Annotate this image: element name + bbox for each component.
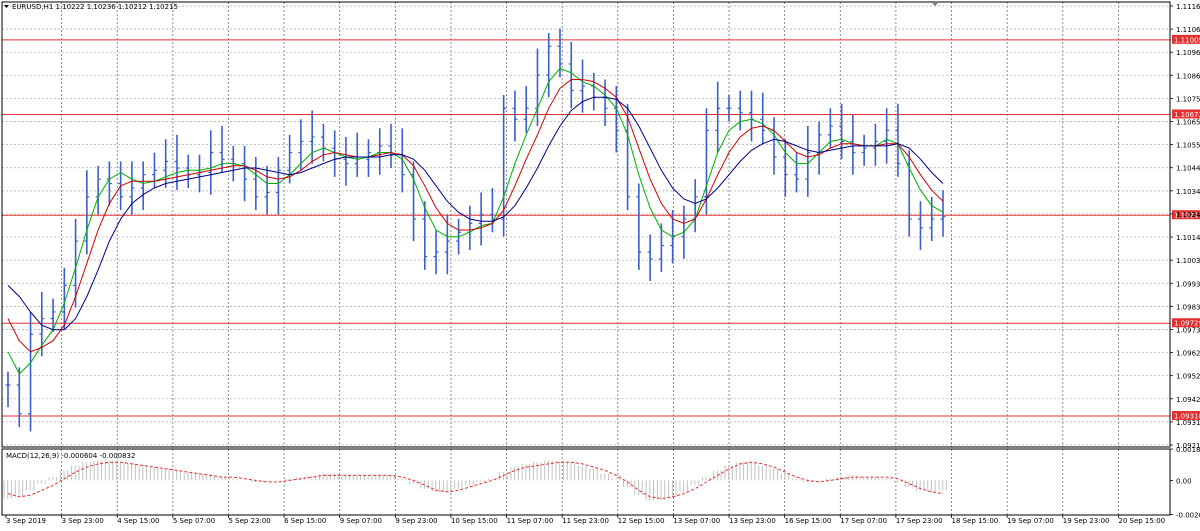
x-axis-tick-label: 9 Sep 23:00 <box>395 517 437 525</box>
grid <box>2 2 1170 515</box>
x-axis-tick-label: 5 Sep 07:00 <box>173 517 215 525</box>
y-axis-tick-label: 1.11065 <box>1176 26 1200 34</box>
y-axis-tick-label: 1.09730 <box>1176 326 1200 334</box>
y-axis-tick-label: 1.09625 <box>1176 350 1200 358</box>
y-axis-tick-label: 1.09420 <box>1176 396 1200 404</box>
x-axis-tick-label: 20 Sep 15:00 <box>1118 517 1165 525</box>
price-level-label: 1.11009 <box>1174 36 1200 44</box>
chart-shift-icon[interactable] <box>932 3 938 6</box>
y-axis-tick-label: 1.09315 <box>1176 419 1200 427</box>
y-axis-tick-label: 1.10550 <box>1176 142 1200 150</box>
panel-frames <box>1 1 1171 516</box>
x-axis-tick-label: 6 Sep 15:00 <box>284 517 326 525</box>
x-axis-tick-label: 17 Sep 07:00 <box>840 517 887 525</box>
price-bars <box>5 28 946 432</box>
chart-canvas[interactable]: 1.110091.106721.102171.097291.09310 3 Se… <box>0 0 1200 531</box>
y-axis-tick-label: 1.10960 <box>1176 49 1200 57</box>
x-axis-tick-label: 5 Sep 23:00 <box>228 517 270 525</box>
x-axis-tick-label: 19 Sep 23:00 <box>1063 517 1110 525</box>
y-axis-tick-label: 1.10445 <box>1176 165 1200 173</box>
x-axis-tick-label: 11 Sep 23:00 <box>562 517 609 525</box>
x-axis-tick-label: 18 Sep 15:00 <box>952 517 999 525</box>
macd-signal-line <box>7 461 944 500</box>
y-axis-tick-label: 1.10140 <box>1176 234 1200 242</box>
y-axis-tick-label: 1.10860 <box>1176 72 1200 80</box>
symbol-dropdown-icon[interactable] <box>4 5 9 8</box>
x-axis-tick-label: 16 Sep 15:00 <box>785 517 832 525</box>
y-axis-tick-label: 1.09935 <box>1176 280 1200 288</box>
main-panel-border <box>1 1 1171 448</box>
y-axis-tick-label: 1.09830 <box>1176 303 1200 311</box>
macd-y-tick-label: -0.00206 <box>1176 511 1200 519</box>
x-axis-tick-label: 17 Sep 23:00 <box>896 517 943 525</box>
y-axis-tick-label: 1.11165 <box>1176 3 1200 11</box>
horizontal-levels[interactable]: 1.110091.106721.102171.097291.09310 <box>2 34 1200 421</box>
x-axis-tick-label: 13 Sep 23:00 <box>729 517 776 525</box>
y-axis-tick-label: 1.10240 <box>1176 211 1200 219</box>
y-axis-tick-label: 1.10650 <box>1176 119 1200 127</box>
x-axis-tick-label: 4 Sep 15:00 <box>117 517 159 525</box>
x-axis-tick-label: 19 Sep 07:00 <box>1007 517 1054 525</box>
y-axis-tick-label: 1.09520 <box>1176 373 1200 381</box>
x-axis-tick-label: 13 Sep 07:00 <box>673 517 720 525</box>
x-axis-tick-label: 9 Sep 07:00 <box>340 517 382 525</box>
macd-y-tick-label: 0.001895 <box>1176 446 1200 454</box>
y-axis-tick-label: 1.10035 <box>1176 257 1200 265</box>
moving-average-line <box>7 96 944 331</box>
macd-title: MACD(12,26,9) -0.000604 -0.000832 <box>6 452 135 460</box>
y-axis-tick-label: 1.10345 <box>1176 188 1200 196</box>
x-axis-tick-label: 3 Sep 2019 <box>6 517 46 525</box>
macd-y-tick-label: 0.00 <box>1176 477 1192 485</box>
y-axis-tick-label: 1.10755 <box>1176 95 1200 103</box>
x-axis-tick-label: 3 Sep 23:00 <box>62 517 104 525</box>
x-axis-tick-label: 10 Sep 15:00 <box>451 517 498 525</box>
main-chart-title: EURUSD,H1 1.10222 1.10236 1.10212 1.1021… <box>12 3 178 11</box>
x-axis-tick-label: 11 Sep 07:00 <box>507 517 554 525</box>
macd-indicator <box>3 460 947 501</box>
x-axis-tick-label: 12 Sep 15:00 <box>618 517 665 525</box>
macd-panel-border <box>1 448 1171 516</box>
